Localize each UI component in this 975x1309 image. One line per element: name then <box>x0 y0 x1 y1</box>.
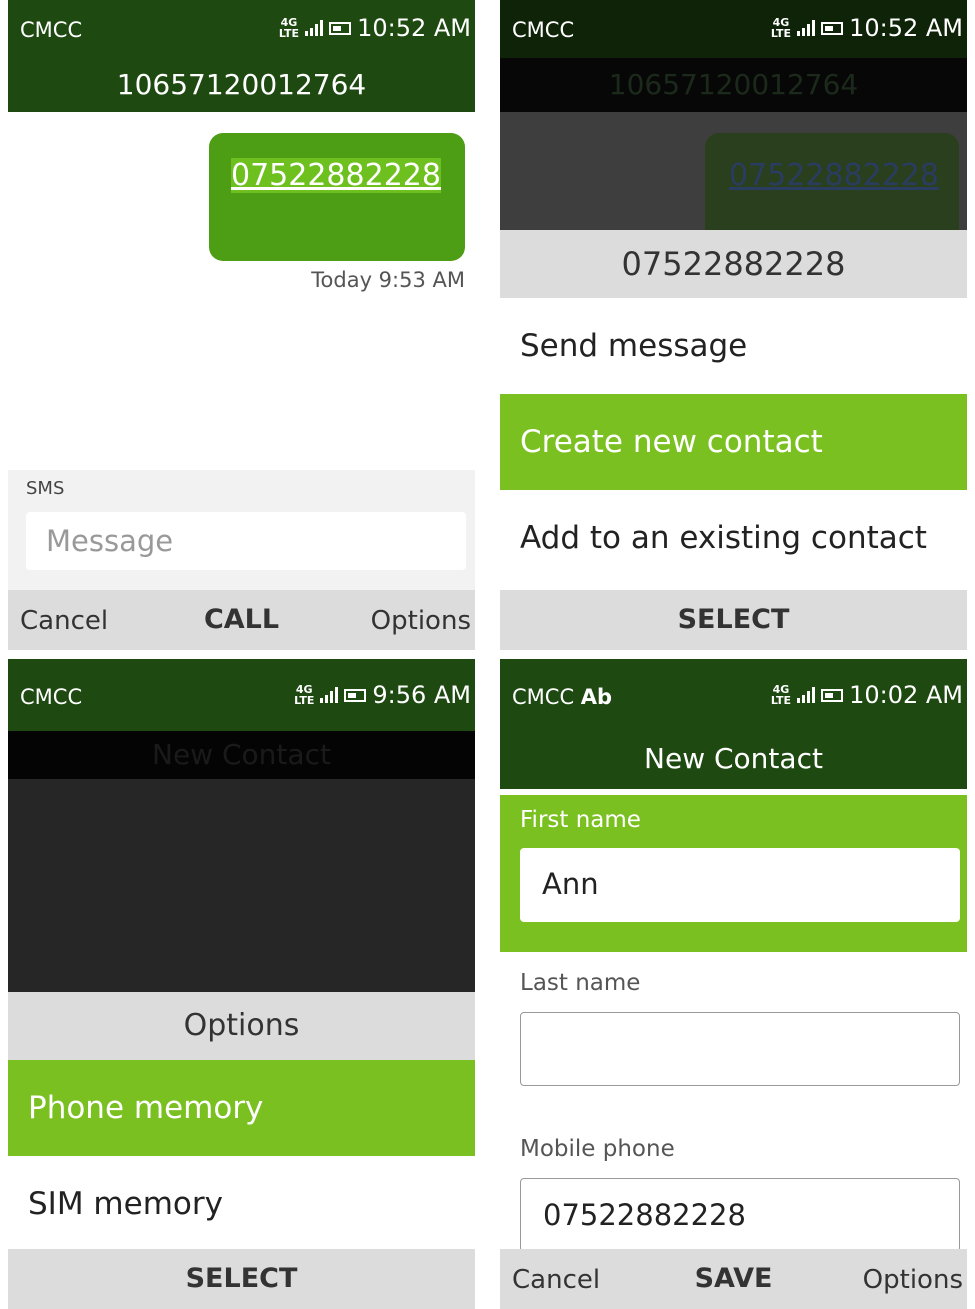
last-name-label: Last name <box>520 970 641 996</box>
menu-item-send-message[interactable]: Send message <box>500 298 967 394</box>
conversation-title: 10657120012764 <box>8 58 475 112</box>
carrier-label: CMCC Ab <box>512 685 613 709</box>
status-time: 10:02 AM <box>849 681 963 709</box>
menu-item-phone-memory[interactable]: Phone memory <box>8 1060 475 1156</box>
status-time: 10:52 AM <box>357 14 471 42</box>
phone-number-link[interactable]: 07522882228 <box>231 155 441 197</box>
message-bubble[interactable]: 07522882228 <box>209 133 465 261</box>
lte-icon: 4G LTE <box>278 16 300 40</box>
memory-options-screen: CMCC 4G LTE 9:56 AM New Contact Options P… <box>8 659 475 1309</box>
status-bar: CMCC 4G LTE 10:52 AM <box>8 0 475 58</box>
menu-item-create-new-contact[interactable]: Create new contact <box>500 394 967 490</box>
softkey-bar: SELECT <box>500 590 967 650</box>
softkey-bar: Cancel CALL Options <box>8 590 475 650</box>
first-name-input[interactable]: Ann <box>520 848 960 922</box>
status-time: 10:52 AM <box>849 14 963 42</box>
signal-icon <box>797 687 816 703</box>
lte-icon: 4G LTE <box>294 683 315 707</box>
first-name-label: First name <box>520 807 641 833</box>
menu-header: Options <box>8 992 475 1060</box>
number-action-screen: 10657120012764 07522882228 CMCC 4G LTE 10… <box>500 0 967 650</box>
battery-icon <box>344 688 367 702</box>
status-time: 9:56 AM <box>372 681 471 709</box>
options-softkey[interactable]: Options <box>863 1265 963 1295</box>
first-name-field-group: First name Ann <box>500 795 967 952</box>
status-overlay: CMCC 4G LTE 10:52 AM <box>500 0 967 58</box>
message-timestamp: Today 9:53 AM <box>311 268 465 292</box>
signal-icon <box>797 20 816 36</box>
battery-icon <box>821 688 844 702</box>
dimmed-content <box>8 779 475 992</box>
battery-icon <box>329 21 352 35</box>
conversation-title: 10657120012764 <box>500 58 967 112</box>
battery-icon <box>821 21 844 35</box>
screen-title: New Contact <box>500 729 967 789</box>
status-bar: CMCC 4G LTE 9:56 AM <box>8 659 475 731</box>
carrier-label: CMCC <box>20 18 83 42</box>
lte-icon: 4G LTE <box>770 16 792 40</box>
lte-icon: 4G LTE <box>770 683 792 707</box>
compose-label: SMS <box>26 478 65 499</box>
carrier-label: CMCC <box>20 685 83 709</box>
phone-number-link: 07522882228 <box>729 158 939 193</box>
softkey-bar: SELECT <box>8 1249 475 1309</box>
select-softkey[interactable]: SELECT <box>500 604 967 635</box>
message-bubble: 07522882228 <box>705 133 959 243</box>
mobile-phone-label: Mobile phone <box>520 1136 675 1162</box>
status-bar: CMCC Ab 4G LTE 10:02 AM <box>500 659 967 737</box>
carrier-label: CMCC <box>512 18 575 42</box>
signal-icon <box>320 687 339 703</box>
select-softkey[interactable]: SELECT <box>8 1263 475 1294</box>
menu-header: 07522882228 <box>500 230 967 298</box>
signal-icon <box>305 20 324 36</box>
conversation-screen: CMCC 4G LTE 10:52 AM 10657120012764 07522… <box>8 0 475 650</box>
last-name-input[interactable] <box>520 1012 960 1086</box>
screen-title: New Contact <box>8 731 475 779</box>
compose-area: SMS Message <box>8 470 475 590</box>
softkey-bar: Cancel SAVE Options <box>500 1249 967 1309</box>
menu-item-sim-memory[interactable]: SIM memory <box>8 1156 475 1252</box>
message-input[interactable]: Message <box>26 512 466 570</box>
options-softkey[interactable]: Options <box>371 606 471 636</box>
new-contact-screen: CMCC Ab 4G LTE 10:02 AM New Contact First… <box>500 659 967 1309</box>
input-mode-indicator: Ab <box>580 685 613 709</box>
menu-item-add-existing-contact[interactable]: Add to an existing contact <box>500 490 967 586</box>
mobile-phone-input[interactable]: 07522882228 <box>520 1178 960 1252</box>
